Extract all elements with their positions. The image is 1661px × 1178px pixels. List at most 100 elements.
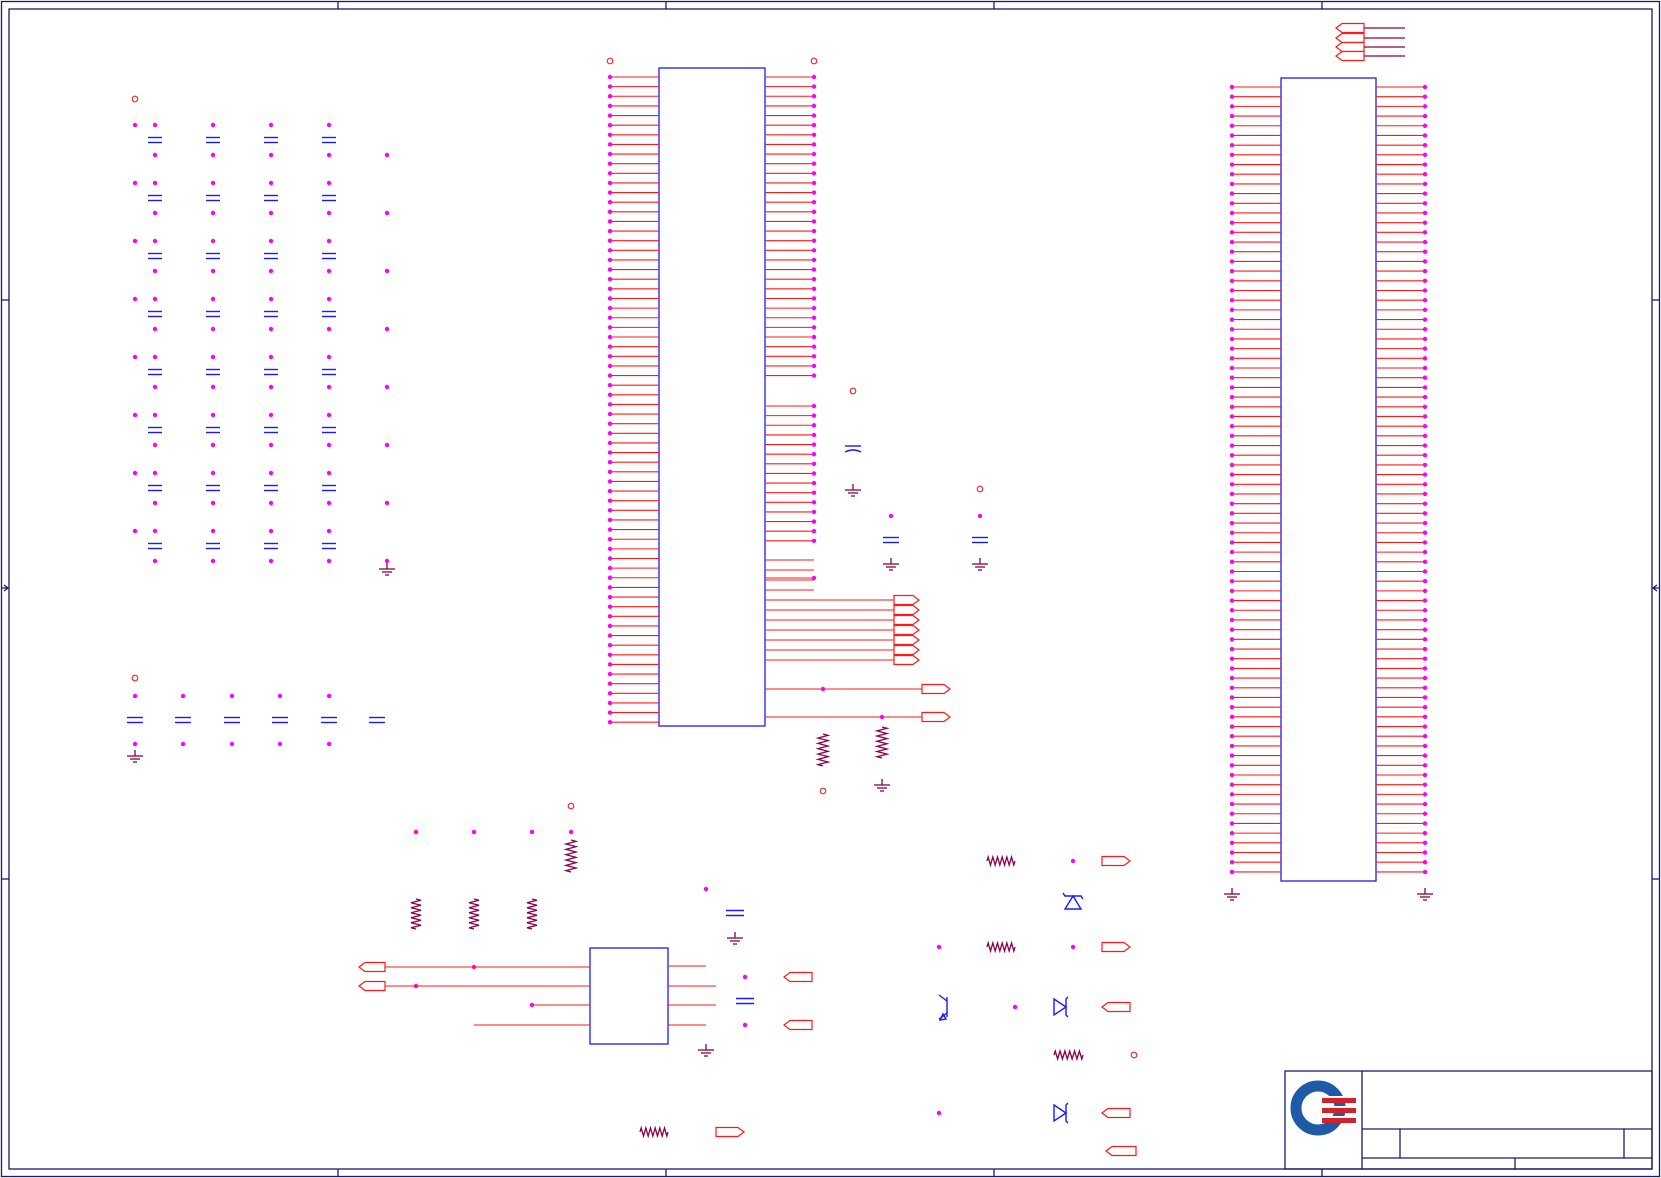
net-port <box>893 614 920 626</box>
junction-dot <box>384 442 390 448</box>
junction-dot <box>607 691 613 696</box>
junction-dot <box>1229 646 1235 652</box>
junction-dot <box>384 500 390 506</box>
junction-dot <box>1229 201 1235 206</box>
junction-dot <box>607 604 613 609</box>
junction-dot <box>132 122 138 128</box>
capacitor <box>322 484 336 492</box>
junction-dot <box>607 421 613 426</box>
center-ic <box>606 57 818 727</box>
junction-dot <box>1229 637 1235 642</box>
junction-dot <box>1422 821 1428 826</box>
junction-dot <box>1229 695 1235 700</box>
junction-dot <box>607 527 613 532</box>
power-rail-symbol <box>819 787 827 795</box>
junction-dot <box>1229 453 1235 458</box>
capacitor-plate-curved <box>844 449 862 453</box>
junction-dot <box>811 413 817 418</box>
capacitor <box>206 368 220 376</box>
junction-dot <box>1070 944 1076 950</box>
capacitor <box>148 194 162 202</box>
junction-dot <box>1422 307 1428 313</box>
junction-dot <box>1229 307 1235 313</box>
junction-dot <box>607 190 613 195</box>
junction-dot <box>1229 84 1235 90</box>
junction-dot <box>1422 356 1428 361</box>
junction-dot <box>1229 753 1235 758</box>
junction-dot <box>1229 675 1235 681</box>
junction-dot <box>1229 249 1235 254</box>
junction-dot <box>607 199 613 205</box>
junction-dot <box>811 373 817 378</box>
junction-dot <box>1229 617 1235 623</box>
junction-dot <box>1229 172 1235 177</box>
junction-dot <box>1229 133 1235 138</box>
junction-dot <box>607 623 613 629</box>
junction-dot <box>1422 385 1428 390</box>
junction-dot <box>1229 288 1235 293</box>
junction-dot <box>607 411 613 417</box>
junction-dot <box>607 113 613 118</box>
junction-dot <box>811 199 817 205</box>
junction-dot <box>1229 656 1235 661</box>
capacitor <box>264 194 278 202</box>
junction-dot <box>811 538 817 544</box>
junction-dot <box>607 460 613 465</box>
junction-dot <box>1229 94 1235 99</box>
capacitor <box>224 716 240 724</box>
schematic-sheet <box>0 0 1661 1178</box>
junction-dot <box>1422 860 1428 865</box>
junction-dot <box>811 296 817 301</box>
resistor <box>526 898 538 930</box>
diode <box>1053 997 1068 1017</box>
junction-dot <box>607 633 613 638</box>
net-port <box>921 683 951 695</box>
junction-dot <box>811 94 817 99</box>
junction-dot <box>607 305 613 311</box>
capacitor <box>175 716 191 724</box>
junction-dot <box>1422 666 1428 671</box>
capacitor <box>148 426 162 434</box>
junction-dot <box>1229 501 1235 506</box>
title-block <box>1284 1070 1653 1170</box>
junction-dot <box>607 373 613 378</box>
junction-dot <box>1422 249 1428 254</box>
junction-dot <box>811 305 817 311</box>
junction-dot <box>1229 385 1235 390</box>
capacitor <box>369 716 385 724</box>
junction-dot <box>1422 453 1428 458</box>
junction-dot <box>1229 666 1235 671</box>
junction-dot <box>811 442 817 447</box>
junction-dot <box>607 508 613 513</box>
junction-dot <box>607 700 613 706</box>
transistor-collector <box>938 994 948 1002</box>
junction-dot <box>1422 84 1428 90</box>
net-port <box>1101 941 1131 953</box>
junction-dot <box>1422 327 1428 332</box>
ground-symbol <box>883 558 899 571</box>
capacitor <box>264 310 278 318</box>
junction-dot <box>1422 162 1428 167</box>
junction-dot <box>1229 220 1235 225</box>
junction-dot <box>1422 792 1428 797</box>
junction-dot <box>811 257 817 263</box>
junction-dot <box>607 286 613 292</box>
junction-dot <box>811 228 817 234</box>
junction-dot <box>1422 695 1428 700</box>
junction-dot <box>1422 288 1428 293</box>
junction-dot <box>607 642 613 648</box>
junction-dot <box>811 480 817 486</box>
capacitor <box>883 536 899 544</box>
resistor <box>563 839 579 873</box>
junction-dot <box>1229 685 1235 690</box>
junction-dot <box>607 325 613 330</box>
junction-dot <box>811 113 817 118</box>
junction-dot <box>1422 443 1428 448</box>
junction-dot <box>1422 317 1428 322</box>
junction-dot <box>1422 559 1428 565</box>
junction-dot <box>811 490 817 495</box>
junction-dot <box>132 238 138 244</box>
junction-dot <box>607 720 613 725</box>
junction-dot <box>1422 491 1428 497</box>
ic-body <box>658 67 766 727</box>
